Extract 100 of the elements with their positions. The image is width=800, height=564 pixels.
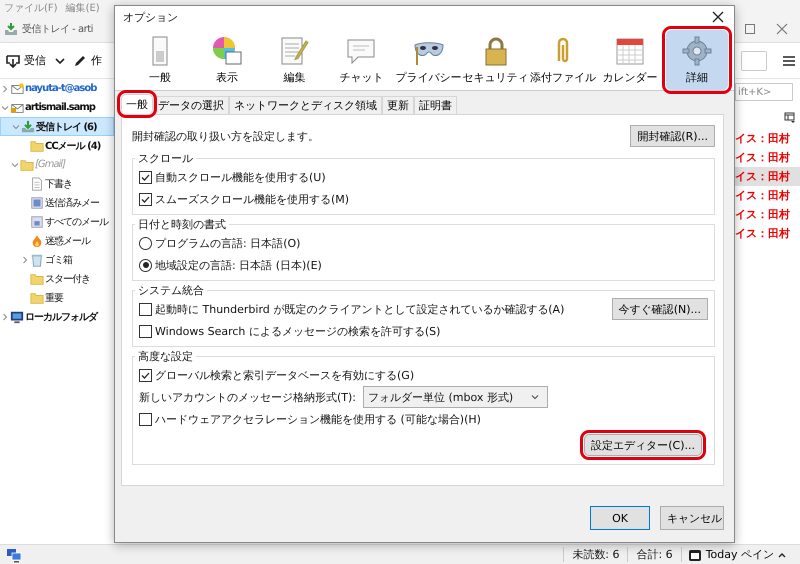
checkbox[interactable] xyxy=(139,412,152,426)
checkbox[interactable] xyxy=(139,368,152,382)
folder-item[interactable]: ローカルフォルダ xyxy=(0,307,114,326)
message-row[interactable]: イス：田村 xyxy=(735,205,800,224)
folder-name: artismail.samp xyxy=(25,102,95,113)
expander-icon[interactable] xyxy=(21,256,29,264)
toolbar-button[interactable]: 受信 xyxy=(3,50,68,70)
message-row[interactable]: イス：田村 xyxy=(735,224,800,243)
folder-item[interactable]: 下書き xyxy=(0,174,114,193)
caret-icon xyxy=(778,550,786,558)
expander-icon[interactable] xyxy=(1,84,9,92)
checkbox-label[interactable]: 自動スクロール機能を使用する(U) xyxy=(155,170,326,184)
check-now-button[interactable]: 今すぐ確認(N)... xyxy=(612,298,708,320)
radio-button[interactable] xyxy=(139,236,152,250)
storage-format-select[interactable]: フォルダー単位 (mbox 形式) xyxy=(363,386,548,408)
chevron-down-icon xyxy=(531,393,540,401)
folder-name: すべてのメール xyxy=(45,216,108,228)
pane-button[interactable]: 表示 xyxy=(196,30,258,90)
folder-name: スター付き xyxy=(45,272,90,286)
trash-icon xyxy=(30,252,44,266)
folder-item[interactable]: 送信済みメー xyxy=(0,193,114,212)
expander-icon[interactable] xyxy=(1,312,9,320)
folder-icon xyxy=(30,272,44,286)
folder-name: nayuta-t@asob xyxy=(25,83,96,94)
archive-icon xyxy=(30,214,44,228)
checkbox[interactable] xyxy=(139,192,152,206)
folder-item[interactable]: artismail.samp xyxy=(0,98,114,117)
search-field[interactable] xyxy=(741,50,767,70)
gear-icon xyxy=(681,35,713,67)
cancel-button[interactable]: キャンセル xyxy=(660,506,724,530)
pane-button[interactable]: 一般 xyxy=(129,30,191,90)
checkbox-label[interactable]: スムーズスクロール機能を使用する(M) xyxy=(155,192,350,206)
folder-item[interactable]: すべてのメール xyxy=(0,212,114,231)
folder-item[interactable]: ゴミ箱 xyxy=(0,250,114,269)
folder-icon xyxy=(30,138,44,152)
message-row[interactable]: イス：田村 xyxy=(735,186,800,205)
folder-name: 受信トレイ (6) xyxy=(36,120,97,134)
folder-item[interactable]: 迷惑メール xyxy=(0,231,114,250)
network-icon[interactable] xyxy=(6,546,22,562)
column-picker-icon[interactable] xyxy=(784,112,796,124)
group-title: スクロール xyxy=(137,151,194,166)
document-icon xyxy=(30,176,44,190)
sent-folder-icon xyxy=(30,196,44,210)
checkbox[interactable] xyxy=(139,324,152,338)
expander-icon[interactable] xyxy=(11,160,19,168)
toolbar-button[interactable]: 作 xyxy=(70,50,104,70)
select-label: 新しいアカウントのメッセージ格納形式(T): xyxy=(139,390,356,404)
pane-button[interactable]: セキュリティ xyxy=(464,30,527,90)
folder-item[interactable]: nayuta-t@asob xyxy=(0,79,114,98)
folder-item[interactable]: 受信トレイ (6) xyxy=(0,117,114,136)
pane-button[interactable]: プライバシー xyxy=(398,30,460,90)
checkbox-label[interactable]: Windows Search によるメッセージの検索を許可する(S) xyxy=(155,324,440,338)
close-icon[interactable] xyxy=(712,11,724,23)
folder-item[interactable]: 重要 xyxy=(0,288,114,307)
pane-button[interactable]: チャット xyxy=(330,30,392,90)
pane-button[interactable]: カレンダー xyxy=(598,30,661,90)
folder-icon xyxy=(20,158,34,172)
download-icon xyxy=(5,52,21,68)
checkbox-label[interactable]: グローバル検索と索引データベースを有効にする(G) xyxy=(155,368,414,382)
intro-text: 開封確認の取り扱い方を設定します。 xyxy=(132,128,319,144)
pane-button[interactable]: 添付ファイル xyxy=(532,30,594,90)
folder-name: 下書き xyxy=(45,178,72,190)
radio-label[interactable]: プログラムの言語: 日本語(O) xyxy=(155,236,300,250)
folder-name: [Gmail] xyxy=(35,159,65,170)
group-title: 高度な設定 xyxy=(137,349,194,364)
checkbox-label[interactable]: ハードウェアアクセラレーション機能を使用する (可能な場合)(H) xyxy=(155,412,481,426)
tab[interactable]: 証明書 xyxy=(414,96,457,114)
quick-filter-field[interactable]: ift+K> xyxy=(735,83,793,101)
message-row[interactable]: イス：田村 xyxy=(735,129,800,148)
checkbox-label[interactable]: 起動時に Thunderbird が既定のクライアントとして設定されているか確認する(A) xyxy=(155,302,564,316)
pane-button[interactable]: 編集 xyxy=(263,30,326,90)
checkbox[interactable] xyxy=(139,302,152,316)
maximize-icon[interactable] xyxy=(744,23,756,35)
radio-label[interactable]: 地域設定の言語: 日本語 (日本)(E) xyxy=(155,258,322,272)
checkbox[interactable] xyxy=(139,170,152,184)
inbox-icon xyxy=(21,120,35,134)
folder-icon xyxy=(30,290,44,304)
folder-name: 重要 xyxy=(45,292,63,304)
group-title: システム統合 xyxy=(137,283,205,298)
folder-item[interactable]: スター付き xyxy=(0,269,114,288)
expander-icon[interactable] xyxy=(1,104,9,112)
today-pane-button[interactable]: Today ペイン xyxy=(680,547,800,562)
tab[interactable]: ネットワークとディスク領域 xyxy=(229,96,382,114)
read-receipts-button[interactable]: 開封確認(R)... xyxy=(630,125,715,147)
expander-icon[interactable] xyxy=(12,122,20,130)
tab[interactable]: 更新 xyxy=(382,96,414,114)
folder-name: ゴミ箱 xyxy=(45,254,72,266)
message-row[interactable]: イス：田村 xyxy=(735,148,800,167)
radio-button[interactable] xyxy=(139,258,152,272)
folder-name: 送信済みメー xyxy=(45,196,99,210)
folder-item[interactable]: CCメール (4) xyxy=(0,136,114,155)
tab[interactable]: データの選択 xyxy=(153,96,229,114)
folder-name: ローカルフォルダ xyxy=(25,310,97,324)
flame-icon xyxy=(30,234,44,248)
dialog-title: オプション xyxy=(123,10,178,24)
total-count: 合計: 6 xyxy=(627,547,681,562)
group-title: 日付と時刻の書式 xyxy=(137,217,227,232)
ok-button[interactable]: OK xyxy=(590,506,650,530)
pane-button[interactable]: 詳細 xyxy=(666,30,728,90)
computer-icon xyxy=(10,310,24,324)
